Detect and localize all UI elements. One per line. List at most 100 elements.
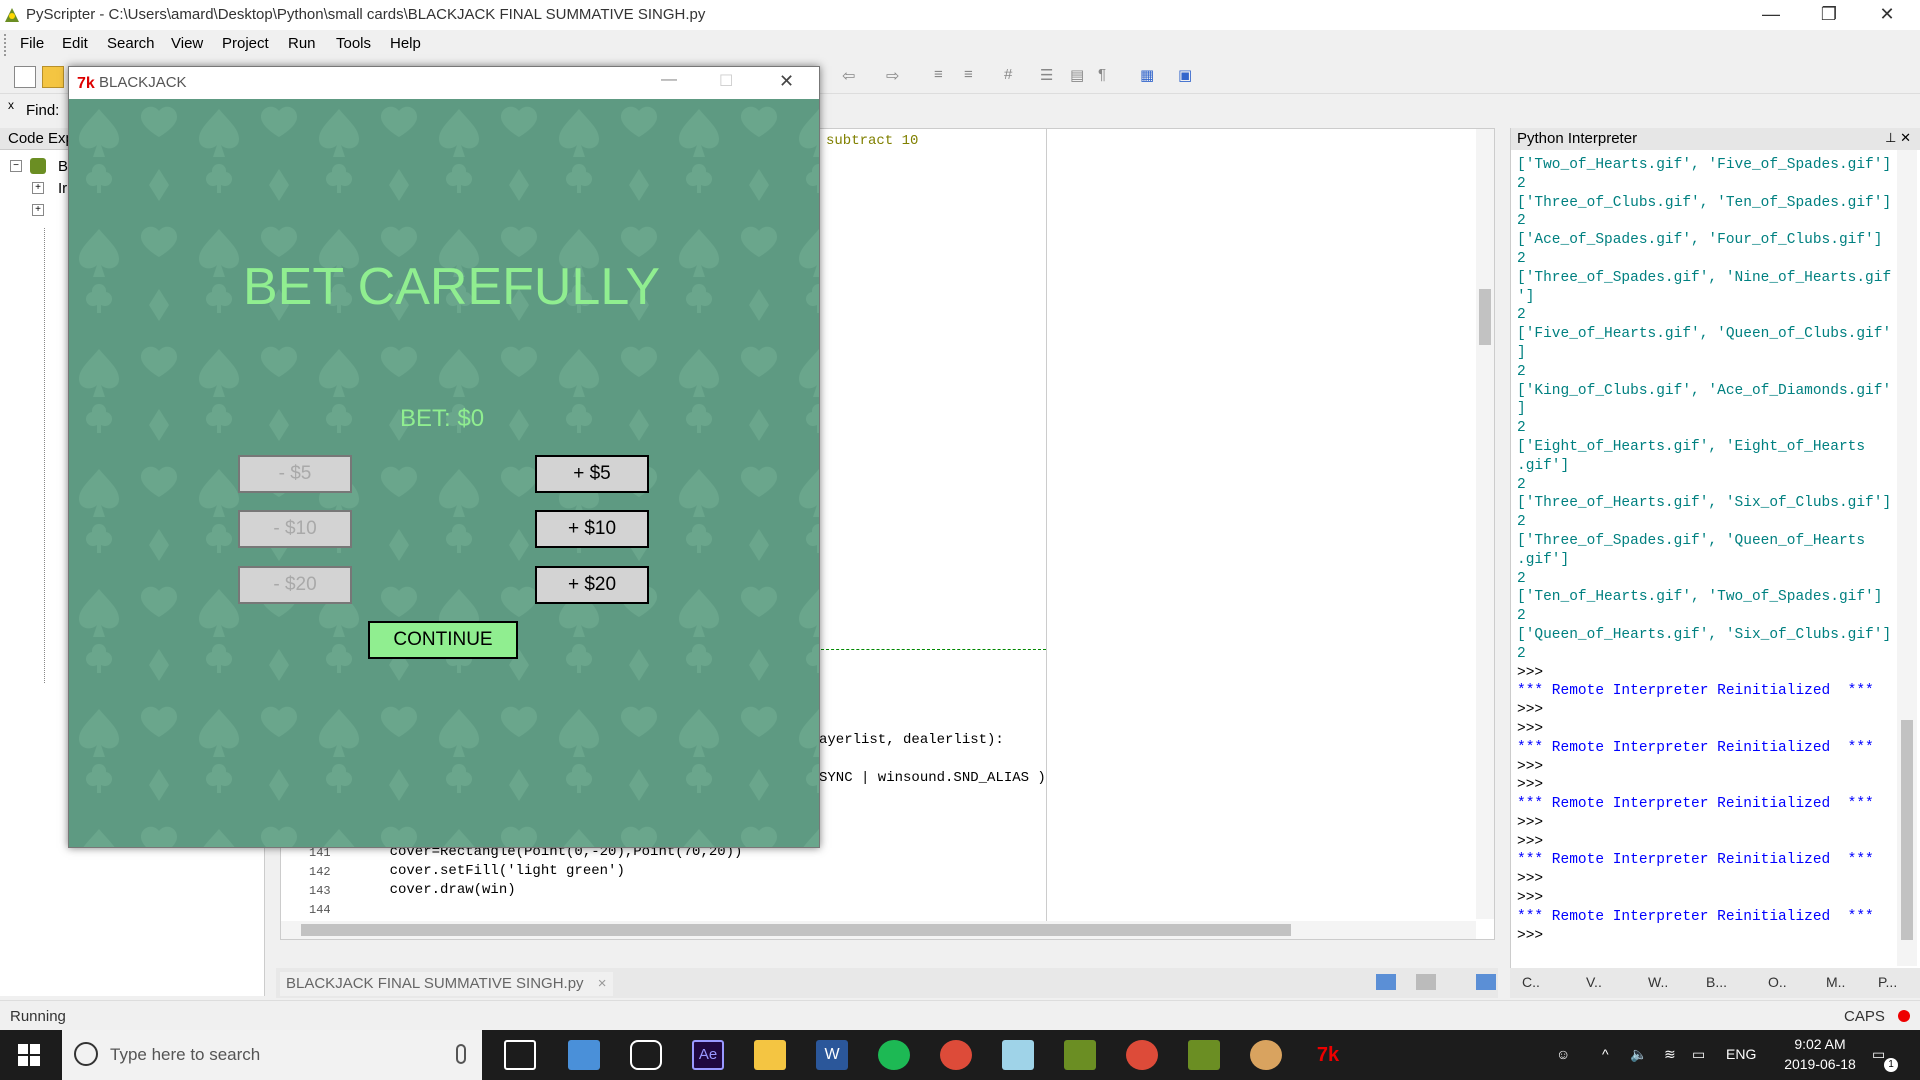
explorer-app-icon[interactable] bbox=[568, 1040, 600, 1070]
line-number: 144 bbox=[309, 903, 331, 917]
close-button[interactable]: ✕ bbox=[1858, 0, 1916, 30]
tab-output[interactable]: O.. bbox=[1768, 974, 1787, 990]
interpreter-output-line: .gif'] bbox=[1517, 457, 1570, 474]
layout-icon[interactable]: ▦ bbox=[1140, 66, 1162, 88]
scroll-thumb[interactable] bbox=[301, 924, 1291, 936]
line-numbers-icon[interactable]: ☰ bbox=[1040, 66, 1062, 88]
chrome-icon[interactable] bbox=[940, 1040, 972, 1070]
interpreter-output-line: 2 bbox=[1517, 645, 1526, 662]
tab-python-interpreter[interactable]: P... bbox=[1878, 974, 1897, 990]
editor-tab[interactable]: BLACKJACK FINAL SUMMATIVE SINGH.py × bbox=[280, 972, 613, 996]
people-icon[interactable]: ☺ bbox=[1556, 1046, 1570, 1062]
menu-tools[interactable]: Tools bbox=[336, 35, 371, 52]
tk-taskbar-icon[interactable]: 7k bbox=[1312, 1040, 1344, 1070]
minus-20-button[interactable]: - $20 bbox=[238, 566, 352, 604]
plus-20-button[interactable]: + $20 bbox=[535, 566, 649, 604]
forward-icon[interactable]: ⇨ bbox=[886, 66, 908, 88]
menu-file[interactable]: File bbox=[20, 35, 44, 52]
pilcrow-icon[interactable]: ¶ bbox=[1098, 66, 1120, 88]
expand-toggle[interactable]: + bbox=[32, 182, 44, 194]
window-layout-icon[interactable]: ▣ bbox=[1178, 66, 1200, 88]
tab-call-stack[interactable]: C.. bbox=[1522, 974, 1540, 990]
wifi-icon[interactable]: ≋ bbox=[1664, 1046, 1676, 1063]
indent-icon[interactable]: ≡ bbox=[934, 66, 956, 88]
windows-start-icon[interactable] bbox=[18, 1044, 40, 1066]
tab-watches[interactable]: W.. bbox=[1648, 974, 1668, 990]
minus-10-button[interactable]: - $10 bbox=[238, 510, 352, 548]
tree-imports-label[interactable]: Ir bbox=[58, 180, 67, 197]
menu-run[interactable]: Run bbox=[288, 35, 316, 52]
microphone-icon[interactable] bbox=[456, 1044, 466, 1064]
horizontal-scrollbar[interactable] bbox=[281, 921, 1476, 939]
folder-icon[interactable] bbox=[1416, 974, 1436, 990]
battery-icon[interactable]: ▭ bbox=[1692, 1046, 1705, 1063]
tab-variables[interactable]: V.. bbox=[1586, 974, 1602, 990]
after-effects-icon[interactable]: Ae bbox=[692, 1040, 724, 1070]
minus-5-button[interactable]: - $5 bbox=[238, 455, 352, 493]
code-line: cover.setFill('light green') bbox=[356, 863, 625, 879]
spotify-icon[interactable] bbox=[878, 1040, 910, 1070]
bj-close-button[interactable]: ✕ bbox=[779, 71, 794, 92]
pyscripter-taskbar-icon[interactable] bbox=[1188, 1040, 1220, 1070]
explorer-icon[interactable] bbox=[1376, 974, 1396, 990]
glass-app-icon[interactable] bbox=[1002, 1040, 1034, 1070]
menu-view[interactable]: View bbox=[171, 35, 203, 52]
window-icon[interactable] bbox=[1476, 974, 1496, 990]
tab-label: BLACKJACK FINAL SUMMATIVE SINGH.py bbox=[286, 975, 584, 992]
find-close-icon[interactable]: x bbox=[8, 98, 14, 112]
new-file-icon[interactable] bbox=[14, 66, 36, 88]
interpreter-prompt: >>> bbox=[1517, 664, 1544, 681]
cortana-icon bbox=[74, 1042, 98, 1066]
blackjack-window: 7k BLACKJACK — ☐ ✕ BET CAREFULLY BET: $0… bbox=[68, 66, 820, 848]
taskbar-search-box[interactable]: Type here to search bbox=[62, 1030, 482, 1080]
menu-edit[interactable]: Edit bbox=[62, 35, 88, 52]
scroll-thumb[interactable] bbox=[1479, 289, 1491, 345]
comment-icon[interactable]: # bbox=[1004, 66, 1026, 88]
tab-close-icon[interactable]: × bbox=[598, 975, 607, 992]
menu-project[interactable]: Project bbox=[222, 35, 269, 52]
python-interpreter-panel: Python Interpreter ⊥ ✕ ['Two_of_Hearts.g… bbox=[1510, 128, 1920, 968]
plus-10-button[interactable]: + $10 bbox=[535, 510, 649, 548]
menu-bar: File Edit Search View Project Run Tools … bbox=[0, 30, 1920, 60]
module-icon bbox=[30, 158, 46, 174]
menu-search[interactable]: Search bbox=[107, 35, 155, 52]
tree-root-label[interactable]: B bbox=[58, 158, 68, 175]
clock-time[interactable]: 9:02 AM bbox=[1780, 1036, 1860, 1052]
interpreter-scrollbar[interactable] bbox=[1897, 150, 1917, 966]
back-icon[interactable]: ⇦ bbox=[842, 66, 864, 88]
interpreter-output[interactable]: ['Two_of_Hearts.gif', 'Five_of_Spades.gi… bbox=[1517, 156, 1897, 945]
task-view-icon[interactable] bbox=[504, 1040, 536, 1070]
expand-toggle[interactable]: + bbox=[32, 204, 44, 216]
interpreter-output-line: ['Ace_of_Spades.gif', 'Four_of_Clubs.gif… bbox=[1517, 232, 1883, 249]
dedent-icon[interactable]: ≡ bbox=[964, 66, 986, 88]
chrome-icon-2[interactable] bbox=[1126, 1040, 1158, 1070]
bj-minimize-button[interactable]: — bbox=[661, 71, 677, 89]
chevron-up-icon[interactable]: ^ bbox=[1602, 1046, 1609, 1062]
blackjack-canvas[interactable]: BET CAREFULLY BET: $0 - $5 - $10 - $20 +… bbox=[69, 99, 819, 847]
maximize-button[interactable]: ❐ bbox=[1800, 0, 1858, 30]
scroll-thumb[interactable] bbox=[1901, 720, 1913, 940]
interpreter-message: *** Remote Interpreter Reinitialized *** bbox=[1517, 852, 1874, 869]
notification-icon[interactable]: ▭ bbox=[1872, 1046, 1885, 1063]
paint-icon[interactable] bbox=[1250, 1040, 1282, 1070]
collapse-toggle[interactable]: − bbox=[10, 160, 22, 172]
python-idle-icon[interactable] bbox=[1064, 1040, 1096, 1070]
tab-messages[interactable]: M.. bbox=[1826, 974, 1845, 990]
continue-button[interactable]: CONTINUE bbox=[368, 621, 518, 659]
vertical-scrollbar[interactable] bbox=[1476, 129, 1494, 919]
clock-date[interactable]: 2019-06-18 bbox=[1780, 1056, 1860, 1072]
bj-maximize-button[interactable]: ☐ bbox=[719, 71, 733, 91]
window-title: PyScripter - C:\Users\amard\Desktop\Pyth… bbox=[26, 6, 706, 23]
volume-icon[interactable]: 🔈 bbox=[1630, 1046, 1647, 1063]
language-indicator[interactable]: ENG bbox=[1726, 1046, 1756, 1062]
file-explorer-icon[interactable] bbox=[754, 1040, 786, 1070]
instagram-icon[interactable] bbox=[630, 1040, 662, 1070]
panel-close-icon[interactable]: ⊥ ✕ bbox=[1885, 130, 1911, 146]
page-icon[interactable]: ▤ bbox=[1070, 66, 1092, 88]
open-folder-icon[interactable] bbox=[42, 66, 64, 88]
menu-help[interactable]: Help bbox=[390, 35, 421, 52]
word-icon[interactable]: W bbox=[816, 1040, 848, 1070]
plus-5-button[interactable]: + $5 bbox=[535, 455, 649, 493]
minimize-button[interactable]: — bbox=[1742, 0, 1800, 30]
tab-breakpoints[interactable]: B... bbox=[1706, 974, 1727, 990]
